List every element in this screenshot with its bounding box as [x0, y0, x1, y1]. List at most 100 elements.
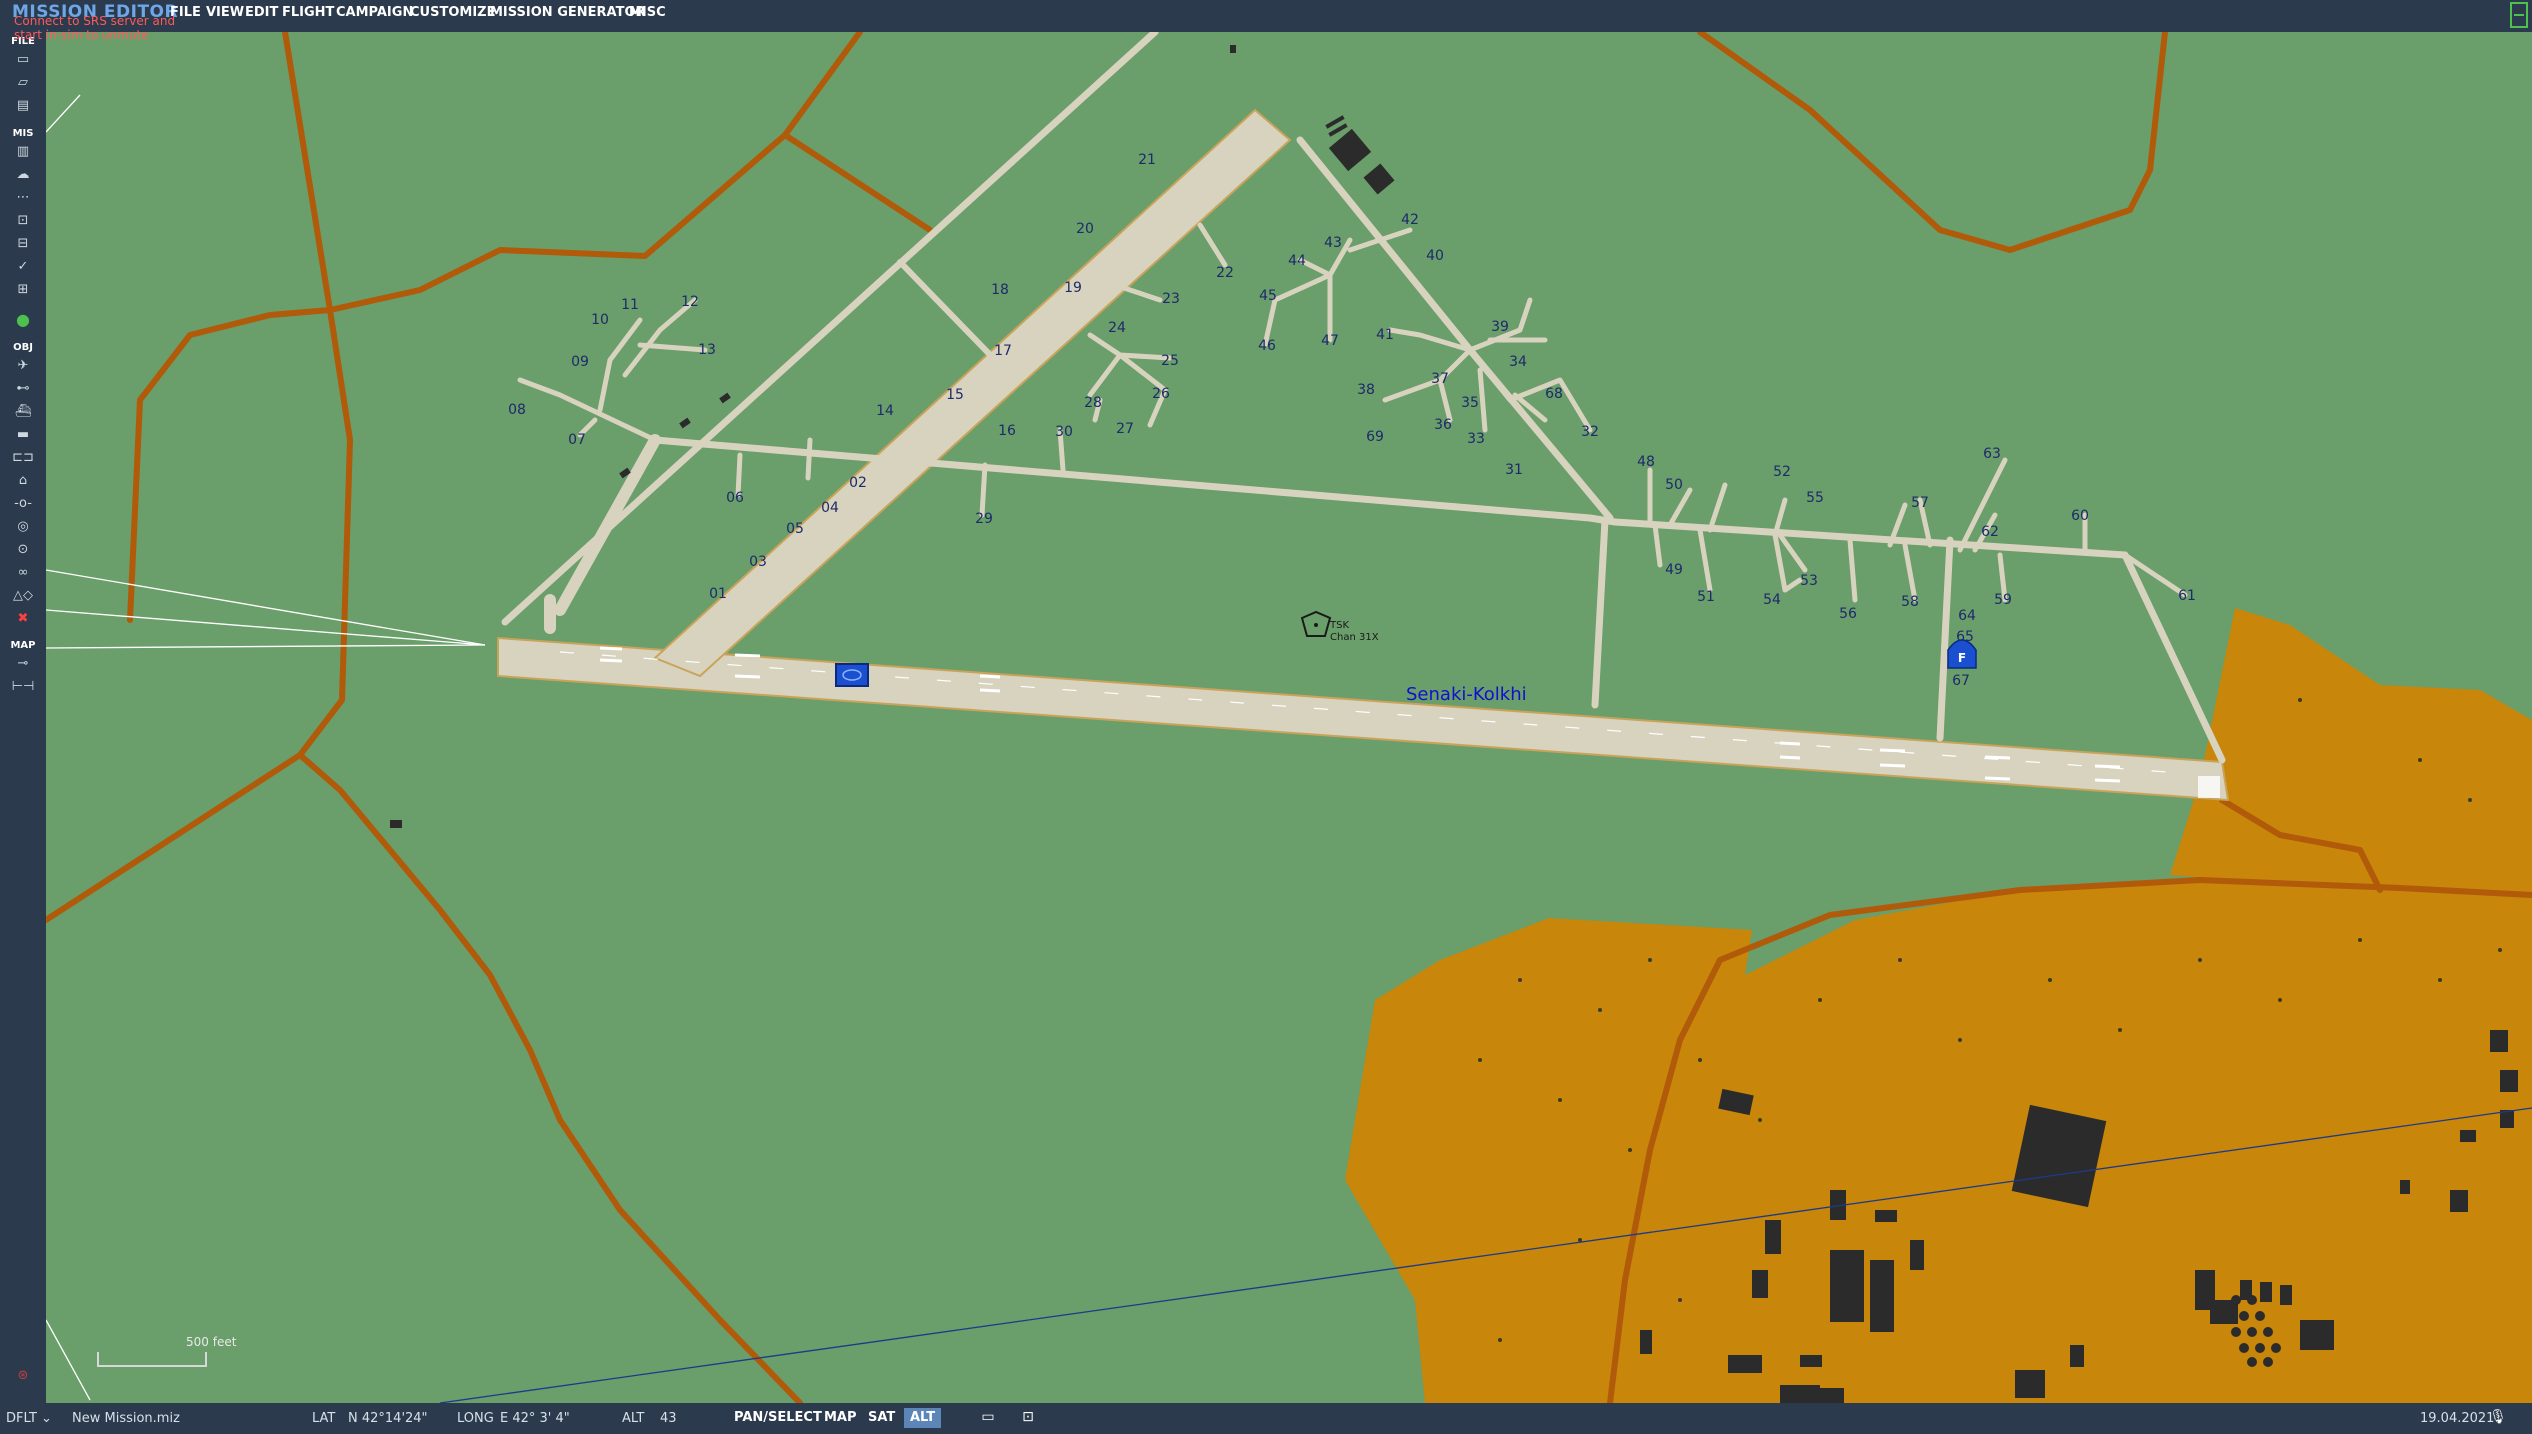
- parking-spot: 49: [1665, 562, 1683, 578]
- parking-spot: 01: [709, 586, 727, 602]
- panel-layout-icon[interactable]: [2510, 2, 2528, 28]
- triggers-icon[interactable]: ●: [8, 312, 38, 328]
- menu-customize[interactable]: CUSTOMIZE: [410, 5, 495, 20]
- save-file-icon[interactable]: ▤: [8, 98, 38, 114]
- trash-icon[interactable]: ▥: [8, 144, 38, 160]
- static-icon[interactable]: ⌂: [8, 473, 38, 489]
- microphone-icon[interactable]: 🎙: [2486, 1409, 2510, 1427]
- parking-spot: 23: [1162, 291, 1180, 307]
- runway-threshold: [2198, 776, 2220, 798]
- parking-spot: 56: [1839, 606, 1857, 622]
- ruler-icon[interactable]: ⊢⊣: [8, 679, 38, 695]
- parking-spot: 14: [876, 403, 894, 419]
- parking-spot: 62: [1981, 524, 1999, 540]
- target-icon[interactable]: ◎: [8, 519, 38, 535]
- parking-spot: 64: [1958, 608, 1976, 624]
- parking-spot: 63: [1983, 446, 2001, 462]
- pan-select-button[interactable]: PAN/SELECT: [728, 1408, 828, 1428]
- parking-spot: 08: [508, 402, 526, 418]
- weather-icon[interactable]: ☁: [8, 167, 38, 183]
- parking-spot: 46: [1258, 338, 1276, 354]
- parking-spot: 61: [2178, 588, 2196, 604]
- parking-spot: 28: [1084, 395, 1102, 411]
- parking-spot: 37: [1431, 371, 1449, 387]
- lat-label: LAT: [312, 1411, 336, 1426]
- parking-spot: 25: [1161, 353, 1179, 369]
- parking-spot: 53: [1800, 573, 1818, 589]
- menu-flight[interactable]: FLIGHT: [282, 5, 334, 20]
- parking-spot: 03: [749, 554, 767, 570]
- left-toolbar: FILE ▭ ▱ ▤ MIS ▥ ☁ ⋯ ⊡ ⊟ ✓ ⊞ ● OBJ ✈ ⊷ ⛴…: [0, 32, 46, 1403]
- menu-campaign[interactable]: CAMPAIGN: [336, 5, 413, 20]
- sat-view-button[interactable]: SAT: [862, 1408, 901, 1428]
- parking-spot: 69: [1366, 429, 1384, 445]
- airbase-name[interactable]: Senaki-Kolkhi: [1406, 684, 1527, 705]
- record-icon[interactable]: ⊛: [8, 1368, 38, 1384]
- parking-spot: 45: [1259, 288, 1277, 304]
- parking-spot: 19: [1064, 280, 1082, 296]
- parking-spot: 29: [975, 511, 993, 527]
- profile-dropdown[interactable]: DFLT ⌄: [6, 1411, 52, 1426]
- parking-spot: 18: [991, 282, 1009, 298]
- parking-spot: 59: [1994, 592, 2012, 608]
- alt-label: ALT: [622, 1411, 645, 1426]
- parking-spot: 50: [1665, 477, 1683, 493]
- ring-icon[interactable]: ⊙: [8, 542, 38, 558]
- parking-spot: 52: [1773, 464, 1791, 480]
- parking-spot: 32: [1581, 424, 1599, 440]
- briefing-icon[interactable]: ⊟: [8, 236, 38, 252]
- blue-unit-marker[interactable]: [835, 663, 869, 687]
- vehicle-icon[interactable]: ▬: [8, 427, 38, 443]
- parking-spot: 16: [998, 423, 1016, 439]
- helicopter-icon[interactable]: ⊷: [8, 381, 38, 397]
- profile-value: DFLT: [6, 1411, 37, 1426]
- route-icon[interactable]: ⋯: [8, 190, 38, 206]
- parking-spot: 07: [568, 432, 586, 448]
- parking-spot: 34: [1509, 354, 1527, 370]
- waypoint-icon[interactable]: -o-: [8, 496, 38, 512]
- goals-icon[interactable]: ⊞: [8, 282, 38, 298]
- parking-spot: 27: [1116, 421, 1134, 437]
- section-mis: MIS: [12, 128, 34, 139]
- menu-mission-generator[interactable]: MISSION GENERATOR: [490, 5, 646, 20]
- alt-view-button[interactable]: ALT: [904, 1408, 942, 1428]
- scale-label: 500 feet: [186, 1335, 237, 1349]
- srs-warning: Connect to SRS server and start in-sim t…: [14, 14, 214, 42]
- ship-icon[interactable]: ⛴: [8, 404, 38, 420]
- mission-filename: New Mission.miz: [72, 1411, 180, 1426]
- map-canvas[interactable]: 01 02 03 04 05 06 07 08 09 10 11 12 13 1…: [46, 32, 2532, 1403]
- section-map: MAP: [10, 640, 36, 651]
- camera-icon[interactable]: ⊡: [1016, 1409, 1040, 1427]
- farp-marker[interactable]: F: [1947, 639, 1977, 669]
- parking-spot: 06: [726, 490, 744, 506]
- map-view-button[interactable]: MAP: [818, 1408, 863, 1428]
- train-icon[interactable]: ⊏⊐: [8, 450, 38, 466]
- top-menu-bar: MISSION EDITOR FILE VIEW EDIT FLIGHT CAM…: [0, 0, 2532, 32]
- parking-spot: 67: [1952, 673, 1970, 689]
- parking-spot: 36: [1434, 417, 1452, 433]
- key-icon[interactable]: ⊸: [8, 656, 38, 672]
- parking-spot: 26: [1152, 386, 1170, 402]
- shapes-icon[interactable]: △◇: [8, 588, 38, 604]
- menu-edit[interactable]: EDIT: [245, 5, 278, 20]
- parking-spot: 38: [1357, 382, 1375, 398]
- parking-spot: 58: [1901, 594, 1919, 610]
- srs-warning-line2: start in-sim to unmute: [14, 28, 149, 42]
- open-file-icon[interactable]: ▱: [8, 75, 38, 91]
- group-icon[interactable]: ∞: [8, 565, 38, 581]
- delete-icon[interactable]: ✖: [8, 611, 38, 627]
- layers-icon[interactable]: ▭: [976, 1409, 1000, 1427]
- check-icon[interactable]: ✓: [8, 259, 38, 275]
- menu-misc[interactable]: MISC: [629, 5, 666, 20]
- chevron-down-icon: ⌄: [41, 1411, 52, 1426]
- long-value: E 42° 3' 4": [500, 1411, 570, 1426]
- parking-spot: 57: [1911, 495, 1929, 511]
- parking-spot: 05: [786, 521, 804, 537]
- parking-spot: 09: [571, 354, 589, 370]
- zone-icon[interactable]: ⊡: [8, 213, 38, 229]
- long-label: LONG: [457, 1411, 494, 1426]
- new-file-icon[interactable]: ▭: [8, 52, 38, 68]
- parking-spot: 17: [994, 343, 1012, 359]
- section-obj: OBJ: [13, 342, 33, 353]
- plane-icon[interactable]: ✈: [8, 358, 38, 374]
